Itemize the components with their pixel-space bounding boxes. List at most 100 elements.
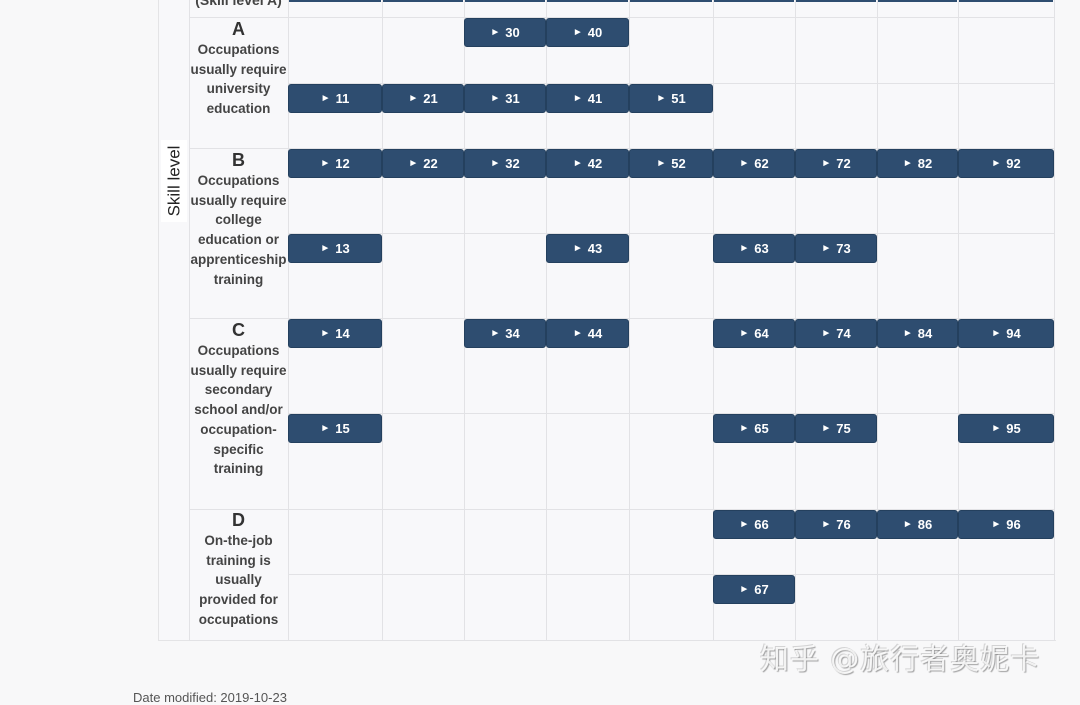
occupation-button-43[interactable]: ► 43 <box>546 234 629 263</box>
play-triangle-icon: ► <box>572 328 583 339</box>
occupation-button-41[interactable]: ► 41 <box>546 84 629 113</box>
skill-level-a: A Occupations usually require university… <box>189 18 288 119</box>
occupation-button-86[interactable]: ► 86 <box>877 510 958 539</box>
play-triangle-icon: ► <box>821 423 832 434</box>
occupation-code: 82 <box>917 156 933 171</box>
occupation-code: 51 <box>671 91 686 106</box>
skill-level-a-header: (Skill level A) <box>195 0 282 8</box>
major-group-header-button[interactable] <box>630 0 712 2</box>
major-group-header-button[interactable] <box>547 0 628 2</box>
skill-level-letter: A <box>232 19 245 39</box>
occupation-button-52[interactable]: ► 52 <box>629 149 713 178</box>
occupation-code: 41 <box>587 91 603 106</box>
major-group-header-button[interactable] <box>383 0 463 2</box>
occupation-code: 12 <box>335 156 350 171</box>
play-triangle-icon: ► <box>902 328 913 339</box>
grid-hline <box>288 233 1055 234</box>
play-triangle-icon: ► <box>739 519 750 530</box>
major-group-header-button[interactable] <box>714 0 794 2</box>
occupation-code: 76 <box>836 517 851 532</box>
occupation-code: 86 <box>917 517 933 532</box>
occupation-button-92[interactable]: ► 92 <box>958 149 1054 178</box>
occupation-button-82[interactable]: ► 82 <box>877 149 958 178</box>
play-triangle-icon: ► <box>320 423 331 434</box>
skill-level-d: D On-the-job training is usually provide… <box>189 509 288 630</box>
play-triangle-icon: ► <box>572 158 583 169</box>
occupation-button-73[interactable]: ► 73 <box>795 234 877 263</box>
occupation-button-65[interactable]: ► 65 <box>713 414 795 443</box>
occupation-button-74[interactable]: ► 74 <box>795 319 877 348</box>
occupation-code: 94 <box>1006 326 1021 341</box>
play-triangle-icon: ► <box>490 328 501 339</box>
occupation-button-62[interactable]: ► 62 <box>713 149 795 178</box>
occupation-button-32[interactable]: ► 32 <box>464 149 546 178</box>
play-triangle-icon: ► <box>991 328 1002 339</box>
occupation-button-14[interactable]: ► 14 <box>288 319 382 348</box>
grid-hline <box>288 413 1055 414</box>
play-triangle-icon: ► <box>739 423 750 434</box>
occupation-button-96[interactable]: ► 96 <box>958 510 1054 539</box>
grid-hline <box>288 574 1055 575</box>
skill-level-description: Occupations usually require university e… <box>190 42 287 117</box>
major-group-header-button[interactable] <box>959 0 1053 2</box>
occupation-button-40[interactable]: ► 40 <box>546 18 629 47</box>
occupation-button-11[interactable]: ► 11 <box>288 84 382 113</box>
occupation-code: 40 <box>587 25 603 40</box>
occupation-button-84[interactable]: ► 84 <box>877 319 958 348</box>
skill-level-description: Occupations usually require secondary sc… <box>190 343 287 477</box>
occupation-button-95[interactable]: ► 95 <box>958 414 1054 443</box>
occupation-code: 34 <box>505 326 520 341</box>
occupation-button-66[interactable]: ► 66 <box>713 510 795 539</box>
play-triangle-icon: ► <box>739 584 750 595</box>
play-triangle-icon: ► <box>991 158 1002 169</box>
occupation-button-64[interactable]: ► 64 <box>713 319 795 348</box>
play-triangle-icon: ► <box>320 328 331 339</box>
major-group-header-button[interactable] <box>878 0 957 2</box>
occupation-code: 30 <box>505 25 520 40</box>
occupation-button-13[interactable]: ► 13 <box>288 234 382 263</box>
skill-level-description: On-the-job training is usually provided … <box>198 533 279 627</box>
occupation-button-76[interactable]: ► 76 <box>795 510 877 539</box>
occupation-button-34[interactable]: ► 34 <box>464 319 546 348</box>
occupation-button-30[interactable]: ► 30 <box>464 18 546 47</box>
occupation-button-31[interactable]: ► 31 <box>464 84 546 113</box>
occupation-code: 72 <box>836 156 851 171</box>
occupation-code: 92 <box>1006 156 1021 171</box>
occupation-button-22[interactable]: ► 22 <box>382 149 464 178</box>
skill-level-description: Occupations usually require college educ… <box>190 173 287 287</box>
play-triangle-icon: ► <box>739 243 750 254</box>
occupation-button-12[interactable]: ► 12 <box>288 149 382 178</box>
occupation-code: 44 <box>587 326 603 341</box>
play-triangle-icon: ► <box>490 27 501 38</box>
occupation-button-72[interactable]: ► 72 <box>795 149 877 178</box>
occupation-button-67[interactable]: ► 67 <box>713 575 795 604</box>
play-triangle-icon: ► <box>821 243 832 254</box>
skill-level-b: B Occupations usually require college ed… <box>189 149 288 289</box>
occupation-button-63[interactable]: ► 63 <box>713 234 795 263</box>
play-triangle-icon: ► <box>821 519 832 530</box>
occupation-code: 66 <box>754 517 769 532</box>
occupation-button-51[interactable]: ► 51 <box>629 84 713 113</box>
skill-level-c: C Occupations usually require secondary … <box>189 319 288 479</box>
major-group-header-button[interactable] <box>465 0 545 2</box>
occupation-button-42[interactable]: ► 42 <box>546 149 629 178</box>
play-triangle-icon: ► <box>991 519 1002 530</box>
play-triangle-icon: ► <box>902 519 913 530</box>
occupation-code: 21 <box>423 91 438 106</box>
skill-level-axis-text: Skill level <box>164 145 184 217</box>
occupation-code: 96 <box>1006 517 1021 532</box>
play-triangle-icon: ► <box>490 93 501 104</box>
occupation-button-44[interactable]: ► 44 <box>546 319 629 348</box>
major-group-header-button[interactable] <box>796 0 876 2</box>
occupation-button-75[interactable]: ► 75 <box>795 414 877 443</box>
occupation-code: 84 <box>917 326 933 341</box>
occupation-button-15[interactable]: ► 15 <box>288 414 382 443</box>
skill-level-axis-label: Skill level <box>161 140 187 222</box>
play-triangle-icon: ► <box>902 158 913 169</box>
occupation-button-21[interactable]: ► 21 <box>382 84 464 113</box>
watermark: 知乎 @旅行者奥妮卡 <box>760 642 1041 676</box>
occupation-button-94[interactable]: ► 94 <box>958 319 1054 348</box>
major-group-header-button[interactable] <box>289 0 381 2</box>
play-triangle-icon: ► <box>821 328 832 339</box>
skill-level-letter: B <box>232 150 245 170</box>
